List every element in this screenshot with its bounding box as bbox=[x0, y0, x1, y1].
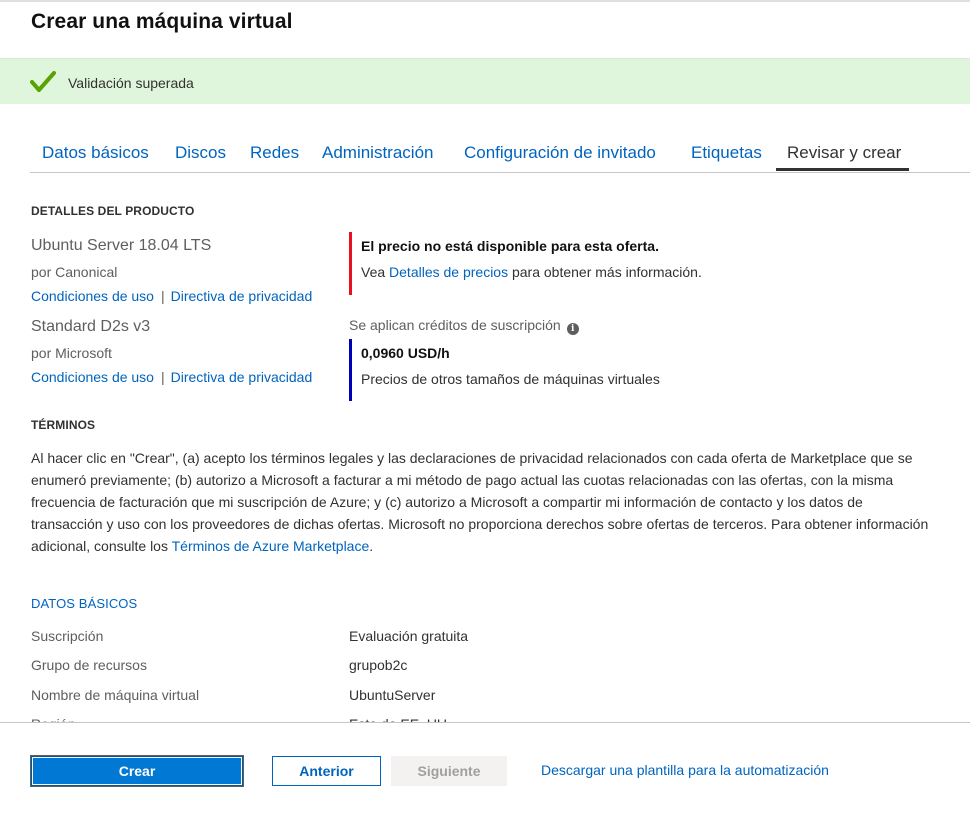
create-button[interactable]: Crear bbox=[31, 756, 243, 786]
tab-redes[interactable]: Redes bbox=[250, 143, 299, 172]
terms-header: TÉRMINOS bbox=[31, 418, 96, 432]
vm-name-value: UbuntuServer bbox=[349, 687, 436, 703]
resource-group-value: grupob2c bbox=[349, 657, 408, 673]
price-unavailable-box: El precio no está disponible para esta o… bbox=[349, 232, 769, 295]
credits-note: Se aplican créditos de suscripción i bbox=[349, 317, 579, 335]
privacy-policy-link[interactable]: Directiva de privacidad bbox=[171, 288, 313, 304]
price-details-link[interactable]: Detalles de precios bbox=[389, 264, 508, 280]
tab-configuracion-invitado[interactable]: Configuración de invitado bbox=[464, 143, 656, 172]
hourly-price: 0,0960 USD/h bbox=[361, 345, 450, 361]
page-title: Crear una máquina virtual bbox=[31, 10, 293, 33]
terms-of-use-link[interactable]: Condiciones de uso bbox=[31, 288, 154, 304]
download-template-link[interactable]: Descargar una plantilla para la automati… bbox=[541, 762, 829, 778]
validation-message: Validación superada bbox=[68, 75, 194, 91]
price-details-prefix: Vea bbox=[361, 264, 390, 280]
active-tab-indicator bbox=[776, 168, 909, 171]
terms-body: Al hacer clic en "Crear", (a) acepto los… bbox=[31, 450, 929, 554]
vm-size-links: Condiciones de uso | Directiva de privacid… bbox=[31, 369, 312, 385]
tab-administracion[interactable]: Administración bbox=[322, 143, 434, 172]
top-border bbox=[0, 0, 970, 2]
product-links: Condiciones de uso | Directiva de privacid… bbox=[31, 288, 312, 304]
tab-discos[interactable]: Discos bbox=[175, 143, 226, 172]
tab-datos-basicos[interactable]: Datos básicos bbox=[42, 143, 149, 172]
footer-action-bar: Crear Anterior Siguiente Descargar una p… bbox=[0, 722, 970, 819]
validation-banner: Validación superada bbox=[0, 58, 970, 104]
subscription-label: Suscripción bbox=[31, 628, 104, 644]
price-unavailable-title: El precio no está disponible para esta o… bbox=[361, 238, 659, 254]
terms-end: . bbox=[369, 538, 374, 554]
terms-of-use-link[interactable]: Condiciones de uso bbox=[31, 369, 154, 385]
product-details-header: DETALLES DEL PRODUCTO bbox=[31, 204, 195, 218]
vm-size-publisher: por Microsoft bbox=[31, 345, 112, 361]
link-separator: | bbox=[160, 369, 165, 385]
vm-size-name: Standard D2s v3 bbox=[31, 318, 151, 335]
other-sizes-link[interactable]: Precios de otros tamaños de máquinas vir… bbox=[361, 371, 660, 387]
price-box: 0,0960 USD/h Precios de otros tamaños de… bbox=[349, 339, 769, 401]
product-name: Ubuntu Server 18.04 LTS bbox=[31, 237, 212, 254]
previous-button[interactable]: Anterior bbox=[272, 756, 381, 786]
link-separator: | bbox=[160, 288, 165, 304]
tab-etiquetas[interactable]: Etiquetas bbox=[691, 143, 762, 172]
subscription-value: Evaluación gratuita bbox=[349, 628, 469, 644]
terms-paragraph: Al hacer clic en "Crear", (a) acepto los… bbox=[31, 447, 931, 557]
vm-name-label: Nombre de máquina virtual bbox=[31, 687, 200, 703]
price-details-line: Vea Detalles de precios para obtener más… bbox=[361, 264, 702, 280]
checkmark-icon bbox=[30, 71, 56, 92]
price-details-suffix: para obtener más información. bbox=[508, 264, 702, 280]
resource-group-label: Grupo de recursos bbox=[31, 657, 147, 673]
product-publisher: por Canonical bbox=[31, 264, 118, 280]
marketplace-terms-link[interactable]: Términos de Azure Marketplace bbox=[172, 538, 370, 554]
privacy-policy-link[interactable]: Directiva de privacidad bbox=[171, 369, 313, 385]
next-button: Siguiente bbox=[391, 756, 507, 786]
basics-header: DATOS BÁSICOS bbox=[31, 596, 138, 611]
credits-text: Se aplican créditos de suscripción bbox=[349, 317, 561, 333]
info-icon[interactable]: i bbox=[566, 323, 579, 335]
